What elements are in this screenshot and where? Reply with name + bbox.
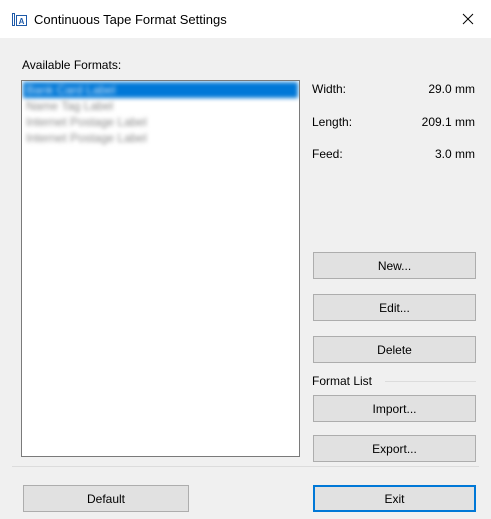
window-title: Continuous Tape Format Settings bbox=[34, 12, 227, 27]
continuous-tape-format-settings-dialog: A Continuous Tape Format Settings Availa… bbox=[0, 0, 491, 519]
width-label: Width: bbox=[312, 82, 347, 96]
delete-button[interactable]: Delete bbox=[313, 336, 476, 363]
list-item[interactable]: Bank Card Label bbox=[23, 82, 298, 98]
available-formats-label: Available Formats: bbox=[22, 58, 122, 72]
available-formats-list[interactable]: Bank Card Label Name Tag Label Internet … bbox=[21, 80, 300, 457]
new-button[interactable]: New... bbox=[313, 252, 476, 279]
export-button[interactable]: Export... bbox=[313, 435, 476, 462]
tape-format-icon: A bbox=[12, 13, 27, 26]
format-list-divider bbox=[385, 381, 476, 382]
close-button[interactable] bbox=[445, 0, 491, 38]
exit-button[interactable]: Exit bbox=[313, 485, 476, 512]
list-item[interactable]: Internet Postage Label bbox=[23, 114, 298, 130]
edit-button[interactable]: Edit... bbox=[313, 294, 476, 321]
list-item[interactable]: Internet Postage Label bbox=[23, 130, 298, 146]
close-icon bbox=[462, 13, 474, 25]
list-item[interactable]: Name Tag Label bbox=[23, 98, 298, 114]
title-bar: A Continuous Tape Format Settings bbox=[0, 0, 491, 38]
format-list-group-label: Format List bbox=[312, 374, 373, 388]
feed-label: Feed: bbox=[312, 147, 343, 161]
default-button[interactable]: Default bbox=[23, 485, 189, 512]
import-button[interactable]: Import... bbox=[313, 395, 476, 422]
width-value: 29.0 mm bbox=[428, 82, 475, 96]
footer-separator bbox=[12, 466, 479, 467]
length-value: 209.1 mm bbox=[421, 115, 475, 129]
length-label: Length: bbox=[312, 115, 353, 129]
feed-value: 3.0 mm bbox=[434, 147, 475, 161]
svg-text:A: A bbox=[19, 17, 25, 26]
